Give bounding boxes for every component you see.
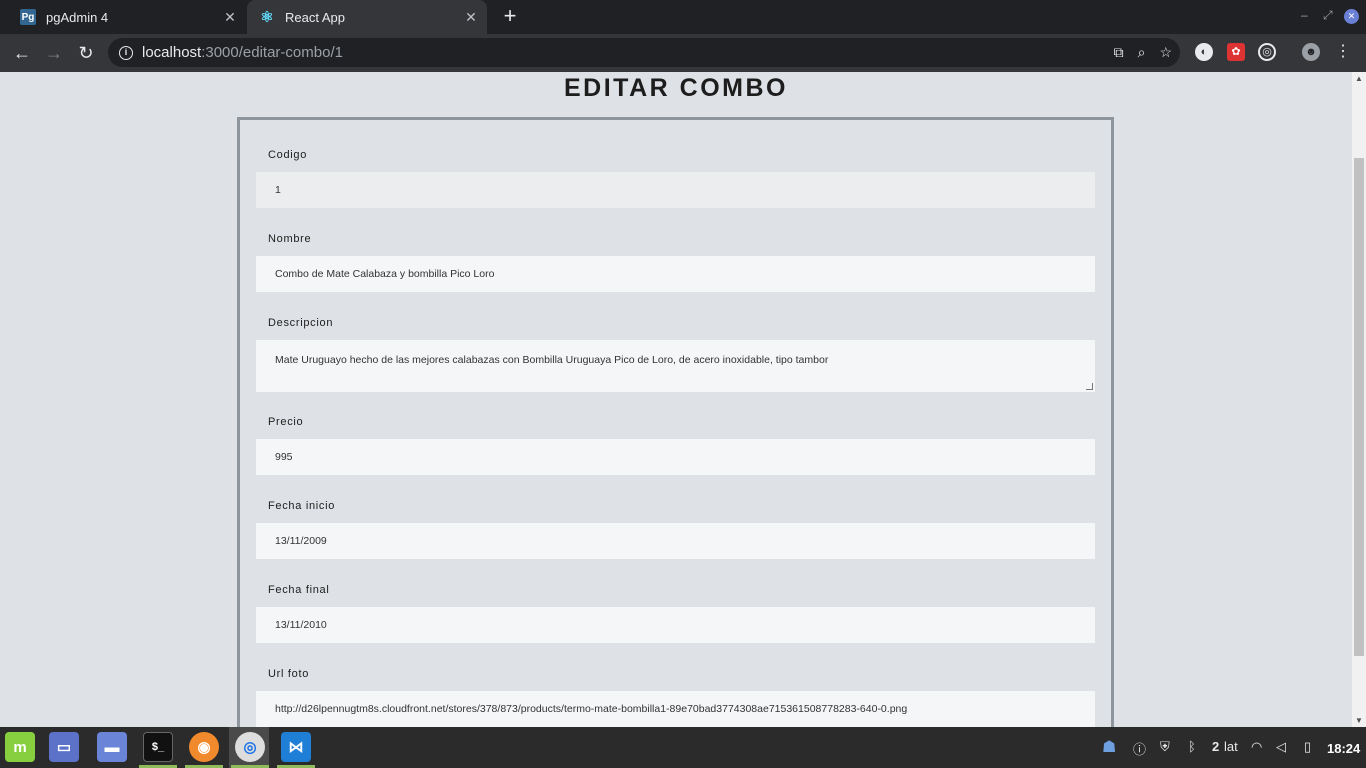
tab-title: pgAdmin 4 (46, 9, 109, 25)
notifications-count[interactable]: 2 (1212, 739, 1219, 754)
page-scrollbar[interactable]: ▲ ▼ (1352, 72, 1366, 727)
combo-form: Codigo 1 Nombre Combo de Mate Calabaza y… (237, 117, 1114, 727)
tab-react-app[interactable]: ⚛ React App ✕ (247, 0, 487, 34)
vscode-icon[interactable]: ⋈ (281, 732, 311, 762)
page-content: EDITAR COMBO Codigo 1 Nombre Combo de Ma… (0, 72, 1352, 727)
files-icon[interactable]: ▬ (97, 732, 127, 762)
codigo-label: Codigo (268, 149, 308, 161)
address-bar[interactable]: i localhost:3000/editar-combo/1 ⧉ ⌕ ☆ (108, 38, 1180, 67)
fecha-inicio-label: Fecha inicio (268, 500, 336, 512)
nombre-label: Nombre (268, 233, 312, 245)
chrome-icon[interactable]: ◎ (235, 732, 265, 762)
fecha-final-label: Fecha final (268, 584, 330, 596)
forward-icon[interactable]: → (41, 40, 67, 66)
show-desktop-icon[interactable]: ▭ (49, 732, 79, 762)
url-text: localhost:3000/editar-combo/1 (142, 44, 343, 61)
minimize-icon[interactable]: – (1301, 8, 1308, 22)
descripcion-label: Descripcion (268, 317, 334, 329)
taskbar: m ▭ ▬ $_ ◉ ◎ ⋈ ☗ ⓘ ⛨ ᛒ 2 lat ◠ ◁ ▯ 18:24 (0, 727, 1366, 768)
postgres-tray-icon[interactable]: ☗ (1102, 737, 1116, 757)
extension-target-icon[interactable]: ◎ (1258, 43, 1276, 61)
extension-icon[interactable]: ◐ (1195, 43, 1213, 61)
shield-icon[interactable]: ⛨ (1160, 739, 1170, 755)
battery-icon[interactable]: ▯ (1304, 739, 1311, 755)
translate-icon[interactable]: ⧉ (1114, 44, 1124, 61)
omnibox-actions: ⧉ ⌕ ☆ (1114, 44, 1172, 61)
page-title: EDITAR COMBO (564, 74, 788, 102)
scrollbar-thumb[interactable] (1354, 158, 1364, 656)
codigo-input[interactable]: 1 (256, 172, 1095, 208)
url-foto-input[interactable]: http://d26lpennugtm8s.cloudfront.net/sto… (256, 691, 1095, 727)
browser-toolbar: ← → ↻ i localhost:3000/editar-combo/1 ⧉ … (0, 34, 1366, 72)
resize-grip-icon[interactable] (1086, 383, 1093, 390)
update-icon[interactable]: ⓘ (1133, 739, 1146, 758)
descripcion-text: Mate Uruguayo hecho de las mejores calab… (275, 354, 829, 366)
bookmark-star-icon[interactable]: ☆ (1159, 44, 1172, 61)
close-tab-icon[interactable]: ✕ (459, 9, 483, 26)
bluetooth-icon[interactable]: ᛒ (1188, 739, 1196, 754)
nombre-input[interactable]: Combo de Mate Calabaza y bombilla Pico L… (256, 256, 1095, 292)
new-tab-button[interactable]: + (498, 4, 522, 30)
pgadmin-favicon-icon: Pg (20, 9, 36, 25)
react-favicon-icon: ⚛ (260, 9, 274, 26)
tab-title: React App (285, 9, 345, 25)
reload-icon[interactable]: ↻ (73, 40, 99, 66)
window-close-icon[interactable]: ✕ (1344, 9, 1359, 24)
firefox-icon[interactable]: ◉ (189, 732, 219, 762)
descripcion-textarea[interactable]: Mate Uruguayo hecho de las mejores calab… (256, 340, 1095, 392)
close-tab-icon[interactable]: ✕ (218, 9, 242, 26)
wifi-icon[interactable]: ◠ (1251, 739, 1262, 755)
mint-menu-icon[interactable]: m (5, 732, 35, 762)
scroll-up-icon[interactable]: ▲ (1352, 74, 1366, 83)
fecha-final-input[interactable]: 13/11/2010 (256, 607, 1095, 643)
site-info-icon[interactable]: i (119, 45, 133, 60)
clock[interactable]: 18:24 (1327, 741, 1360, 756)
fecha-inicio-input[interactable]: 13/11/2009 (256, 523, 1095, 559)
restore-icon[interactable]: ⤢ (1323, 8, 1333, 23)
scroll-down-icon[interactable]: ▼ (1352, 716, 1366, 725)
menu-icon[interactable]: ⋮ (1334, 43, 1352, 61)
profile-avatar[interactable]: ☻ (1302, 43, 1320, 61)
url-foto-label: Url foto (268, 668, 310, 680)
precio-label: Precio (268, 416, 304, 428)
volume-icon[interactable]: ◁ (1276, 739, 1286, 755)
back-icon[interactable]: ← (9, 40, 35, 66)
precio-input[interactable]: 995 (256, 439, 1095, 475)
zoom-icon[interactable]: ⌕ (1138, 44, 1146, 61)
extension-red-icon[interactable]: ✿ (1227, 43, 1245, 61)
browser-tabstrip: Pg pgAdmin 4 ✕ ⚛ React App ✕ + – ⤢ ✕ (0, 0, 1366, 34)
terminal-icon[interactable]: $_ (143, 732, 173, 762)
keyboard-layout[interactable]: lat (1224, 739, 1238, 754)
tab-pgadmin[interactable]: Pg pgAdmin 4 ✕ (8, 0, 246, 34)
